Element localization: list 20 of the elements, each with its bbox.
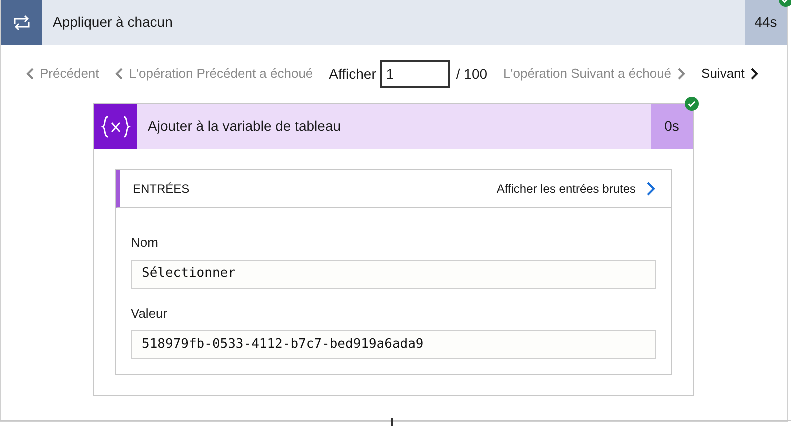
duration-label: 44s (745, 0, 787, 45)
chevron-right-icon (646, 182, 655, 196)
section-heading: ENTRÉES (133, 180, 191, 198)
chevron-left-icon (115, 68, 124, 80)
value-field: Sélectionner (131, 260, 656, 288)
chevron-right-icon (676, 68, 686, 80)
loop-title: Appliquer à chacun (52, 13, 174, 32)
field-label: Nom (131, 234, 160, 252)
raw-inputs-link[interactable]: Afficher les entrées brutes (496, 180, 655, 198)
field-label: Valeur (131, 304, 169, 322)
chevron-left-icon (26, 68, 35, 80)
duration-label: 0s (651, 104, 693, 149)
loop-icon (1, 0, 42, 45)
pager-button[interactable]: Suivant (702, 64, 759, 84)
page-input-field[interactable]: 1 (380, 60, 450, 88)
show-label: Afficher (329, 64, 376, 84)
page-total: / 100 (456, 64, 488, 84)
chevron-right-icon (750, 68, 759, 80)
action-title: Ajouter à la variable de tableau (147, 117, 342, 136)
value-field: 518979fb-0533-4112-b7c7-bed919a6ada9 (131, 330, 656, 359)
